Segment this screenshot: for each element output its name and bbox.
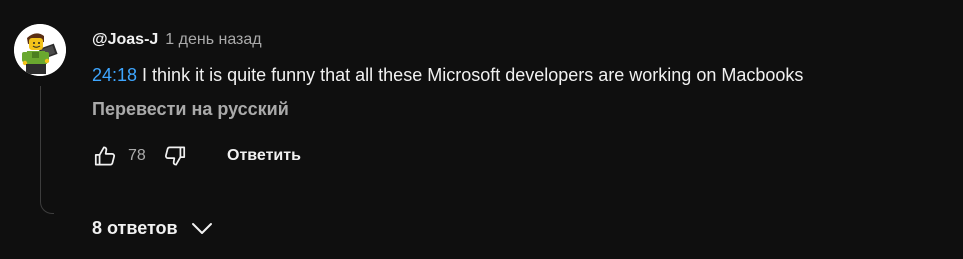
comment-time[interactable]: 1 день назад [165, 31, 261, 49]
timestamp-link[interactable]: 24:18 [92, 65, 137, 85]
chevron-down-icon [190, 216, 214, 240]
comment-text: 24:18 I think it is quite funny that all… [92, 64, 803, 86]
thumbs-up-icon [94, 146, 116, 166]
translate-button[interactable]: Перевести на русский [92, 99, 289, 120]
comment-actions: 78 Ответить [92, 142, 301, 170]
like-button[interactable] [92, 143, 118, 169]
thread-connector-line [40, 86, 54, 214]
lego-figure-avatar-icon [14, 24, 66, 76]
reply-button[interactable]: Ответить [227, 147, 301, 165]
comment-author[interactable]: @Joas-J [92, 31, 158, 49]
comment-header: @Joas-J 1 день назад [92, 31, 262, 49]
dislike-button[interactable] [162, 143, 188, 169]
replies-count-label: 8 ответов [92, 217, 178, 238]
like-count: 78 [128, 147, 146, 164]
view-replies-button[interactable]: 8 ответов [92, 216, 214, 240]
comment-thread: @Joas-J 1 день назад 24:18 I think it is… [0, 0, 963, 259]
comment-body: I think it is quite funny that all these… [137, 65, 804, 85]
avatar[interactable] [14, 24, 66, 76]
thumbs-down-icon [164, 146, 186, 166]
